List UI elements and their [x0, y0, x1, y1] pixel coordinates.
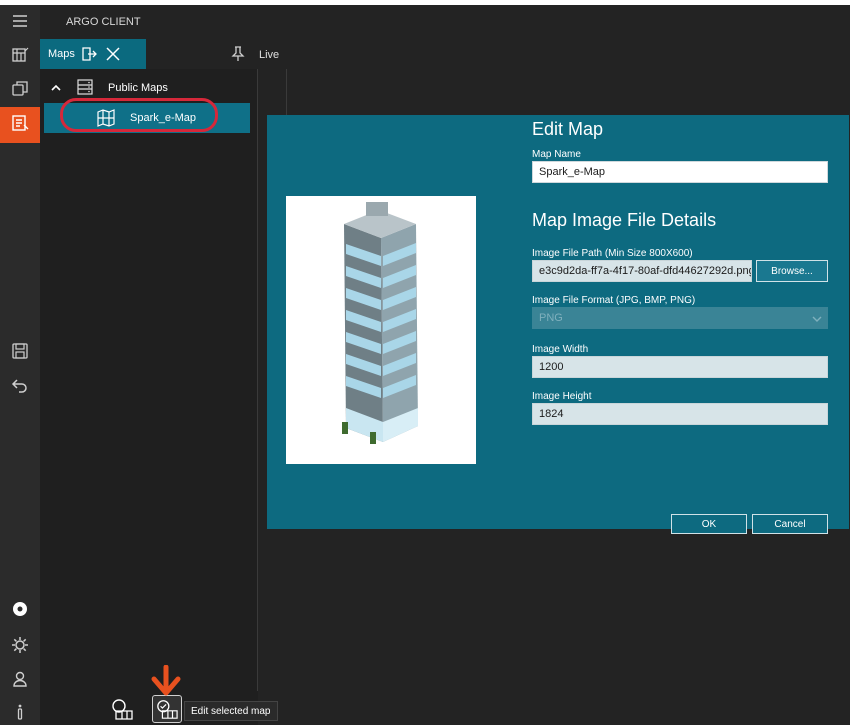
- windows-icon: [10, 79, 30, 104]
- maps-button[interactable]: [0, 107, 40, 143]
- dialog-title: Edit Map: [532, 119, 604, 139]
- image-height-input[interactable]: 1824: [532, 403, 828, 425]
- save-icon: [10, 341, 30, 366]
- image-path-label: Image File Path (Min Size 800X600): [532, 248, 693, 259]
- user-button[interactable]: [0, 663, 40, 699]
- section-title: Map Image File Details: [532, 210, 717, 230]
- tree-item-label: Spark_e-Map: [130, 112, 197, 124]
- settings-button[interactable]: [0, 593, 40, 629]
- ok-button[interactable]: OK: [671, 514, 747, 534]
- export-icon[interactable]: [80, 45, 98, 63]
- browse-button[interactable]: Browse...: [756, 260, 828, 282]
- chevron-up-icon[interactable]: [50, 81, 62, 93]
- tree-group-label: Public Maps: [108, 82, 168, 94]
- image-width-input[interactable]: 1200: [532, 356, 828, 378]
- maps-panel: Public Maps Spark_e-Map: [40, 69, 258, 725]
- gear-button[interactable]: [0, 629, 40, 665]
- left-rail: [0, 5, 40, 725]
- dashboard-button[interactable]: [0, 39, 40, 75]
- cancel-button[interactable]: Cancel: [752, 514, 828, 534]
- close-icon[interactable]: [104, 45, 122, 63]
- settings-icon: [10, 599, 30, 624]
- map-image-preview: [286, 196, 476, 464]
- undo-button[interactable]: [0, 369, 40, 405]
- app-title-bar: ARGO CLIENT: [40, 5, 850, 39]
- app-window: ARGO CLIENT Maps Live Public Maps Spark_…: [0, 5, 850, 725]
- image-format-select[interactable]: PNG: [532, 307, 828, 329]
- image-path-input[interactable]: e3c9d2da-ff7a-4f17-80af-dfd44627292d.png: [532, 260, 752, 282]
- save-button[interactable]: [0, 335, 40, 371]
- dashboard-icon: [10, 45, 30, 70]
- gear-icon: [10, 635, 30, 660]
- windows-button[interactable]: [0, 73, 40, 109]
- menu-icon: [10, 11, 30, 36]
- arrow-down-icon: [148, 664, 184, 699]
- tab-maps-label: Maps: [48, 48, 75, 60]
- chevron-down-icon[interactable]: [811, 312, 823, 324]
- tree-group-public-maps[interactable]: Public Maps: [40, 75, 258, 101]
- view-map-button[interactable]: [110, 697, 136, 721]
- menu-button[interactable]: [0, 5, 40, 41]
- app-title: ARGO CLIENT: [66, 16, 141, 28]
- info-button[interactable]: [0, 695, 40, 725]
- maps-icon: [10, 113, 30, 138]
- tooltip: Edit selected map: [184, 701, 278, 721]
- image-width-label: Image Width: [532, 344, 589, 355]
- map-name-label: Map Name: [532, 149, 581, 160]
- undo-icon: [10, 375, 30, 400]
- image-format-label: Image File Format (JPG, BMP, PNG): [532, 295, 696, 306]
- tab-live[interactable]: Live: [259, 49, 279, 61]
- edit-selected-map-button[interactable]: [152, 695, 182, 723]
- edit-map-dialog: Edit Map Map Name Spark_e-Map Map Image …: [267, 115, 849, 534]
- tab-maps[interactable]: Maps: [40, 39, 146, 69]
- map-name-input[interactable]: Spark_e-Map: [532, 161, 828, 183]
- info-icon: [10, 701, 30, 725]
- pin-icon[interactable]: [231, 46, 245, 62]
- server-icon: [76, 78, 94, 96]
- map-icon: [96, 108, 116, 128]
- image-height-label: Image Height: [532, 391, 592, 402]
- tab-strip: Live: [146, 39, 286, 69]
- user-icon: [10, 669, 30, 694]
- tree-item-spark-e-map[interactable]: Spark_e-Map: [44, 103, 250, 133]
